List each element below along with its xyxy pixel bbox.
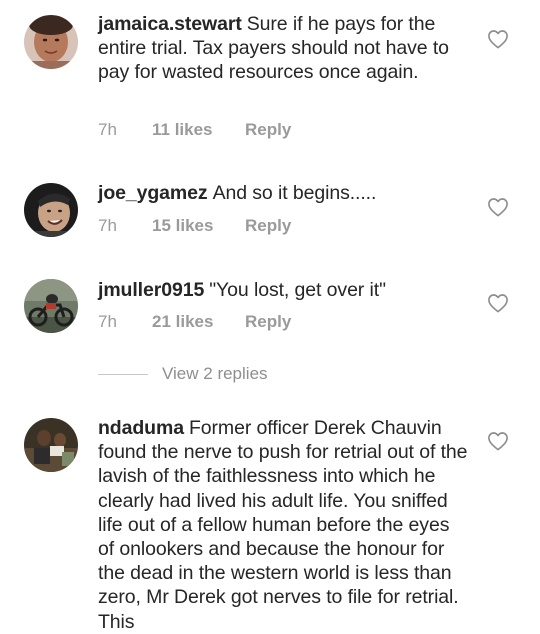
profile-photo-motorcycle-icon [24, 279, 78, 333]
reply-button[interactable]: Reply [245, 312, 291, 332]
comment-text: jmuller0915 "You lost, get over it" [98, 278, 470, 302]
comment-text: ndaduma Former officer Derek Chauvin foun… [98, 416, 470, 634]
view-replies-button[interactable]: View 2 replies [98, 363, 268, 385]
reply-button[interactable]: Reply [245, 120, 291, 140]
comment-likes[interactable]: 15 likes [152, 216, 245, 236]
comment-text: jamaica.stewart Sure if he pays for the e… [98, 12, 470, 85]
comment-text: joe_ygamez And so it begins..... [98, 181, 470, 205]
heart-outline-icon[interactable] [487, 29, 509, 49]
comment-username[interactable]: joe_ygamez [98, 182, 208, 204]
comment-meta: 7h 15 likes Reply [98, 216, 291, 236]
comment-time: 7h [98, 312, 117, 331]
avatar[interactable] [24, 183, 78, 237]
heart-outline-icon[interactable] [487, 197, 509, 217]
comment-meta: 7h 11 likes Reply [98, 120, 291, 140]
profile-photo-face-icon [24, 183, 78, 237]
comment-likes[interactable]: 21 likes [152, 312, 245, 332]
comment-username[interactable]: ndaduma [98, 417, 184, 439]
comment-body: And so it begins..... [212, 182, 377, 204]
profile-photo-group-icon [24, 418, 78, 472]
view-replies-divider [98, 373, 148, 375]
view-replies-label: View 2 replies [162, 364, 268, 383]
avatar[interactable] [24, 279, 78, 333]
avatar[interactable] [24, 15, 78, 69]
comment-time: 7h [98, 120, 117, 139]
comment-username[interactable]: jmuller0915 [98, 279, 204, 301]
comment-meta: 7h 21 likes Reply [98, 312, 291, 332]
heart-outline-icon[interactable] [487, 293, 509, 313]
comment-body: "You lost, get over it" [209, 279, 386, 301]
reply-button[interactable]: Reply [245, 216, 291, 236]
avatar[interactable] [24, 418, 78, 472]
comment-username[interactable]: jamaica.stewart [98, 13, 242, 35]
heart-outline-icon[interactable] [487, 431, 509, 451]
profile-photo-woman-icon [24, 15, 78, 69]
comment-time: 7h [98, 216, 117, 235]
comment-likes[interactable]: 11 likes [152, 120, 245, 140]
comment-body: Former officer Derek Chauvin found the n… [98, 417, 468, 633]
